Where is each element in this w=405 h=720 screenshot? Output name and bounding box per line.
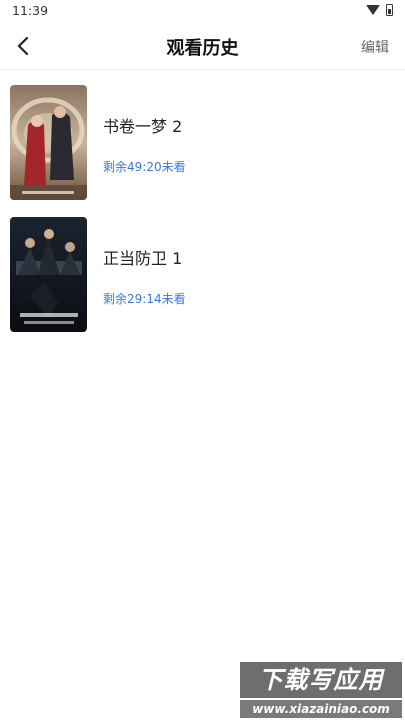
page-title: 观看历史 — [166, 38, 239, 59]
watermark: 下载写应用 www.xiazainiao.com — [240, 662, 402, 718]
battery-icon — [386, 4, 393, 16]
status-time: 11:39 — [12, 3, 49, 18]
watermark-url: www.xiazainiao.com — [240, 700, 402, 718]
status-icons — [366, 4, 393, 16]
history-item[interactable]: 书卷一梦 2 剩余49:20未看 — [0, 80, 405, 200]
top-bar: 观看历史 编辑 — [0, 22, 405, 70]
wifi-icon — [366, 5, 380, 15]
status-bar: 11:39 — [0, 0, 405, 22]
watermark-logo: 下载写应用 — [240, 662, 402, 698]
history-item[interactable]: 正当防卫 1 剩余29:14未看 — [0, 212, 405, 332]
edit-button[interactable]: 编辑 — [361, 37, 389, 57]
poster-image — [10, 85, 87, 200]
poster-image — [10, 217, 87, 332]
item-progress: 剩余29:14未看 — [103, 292, 186, 306]
item-progress: 剩余49:20未看 — [103, 160, 186, 174]
item-title: 书卷一梦 2 — [103, 117, 183, 136]
item-title: 正当防卫 1 — [103, 249, 183, 268]
